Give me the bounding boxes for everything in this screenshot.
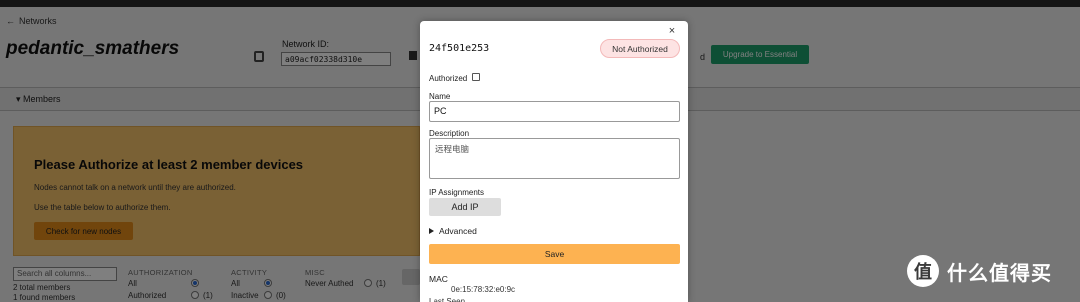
description-label: Description [429,129,470,138]
description-textarea[interactable]: 远程电脑 [429,138,680,179]
mac-label: MAC [429,274,448,284]
advanced-label: Advanced [439,226,477,236]
save-button[interactable]: Save [429,244,680,264]
node-id: 24f501e253 [429,43,490,54]
close-icon[interactable]: × [666,25,678,37]
last-seen-label: Last Seen [429,297,466,302]
status-badge: Not Authorized [600,39,680,58]
ip-assignments-label: IP Assignments [429,188,484,197]
advanced-toggle[interactable]: Advanced [429,226,477,236]
watermark-text: 什么值得买 [947,262,1052,285]
authorized-checkbox-label: Authorized [429,74,468,83]
caret-right-icon [429,228,434,234]
top-bar [0,0,1080,7]
watermark-logo: 值 [907,255,939,287]
member-edit-modal: × 24f501e253 Not Authorized Authorized N… [420,21,688,302]
name-label: Name [429,92,451,101]
add-ip-button[interactable]: Add IP [429,198,501,216]
mac-value: 0e:15:78:32:e0:9c [451,285,516,294]
watermark: 值 什么值得买 [907,255,1052,287]
name-input[interactable]: PC [429,101,680,122]
authorized-checkbox[interactable] [472,73,480,81]
